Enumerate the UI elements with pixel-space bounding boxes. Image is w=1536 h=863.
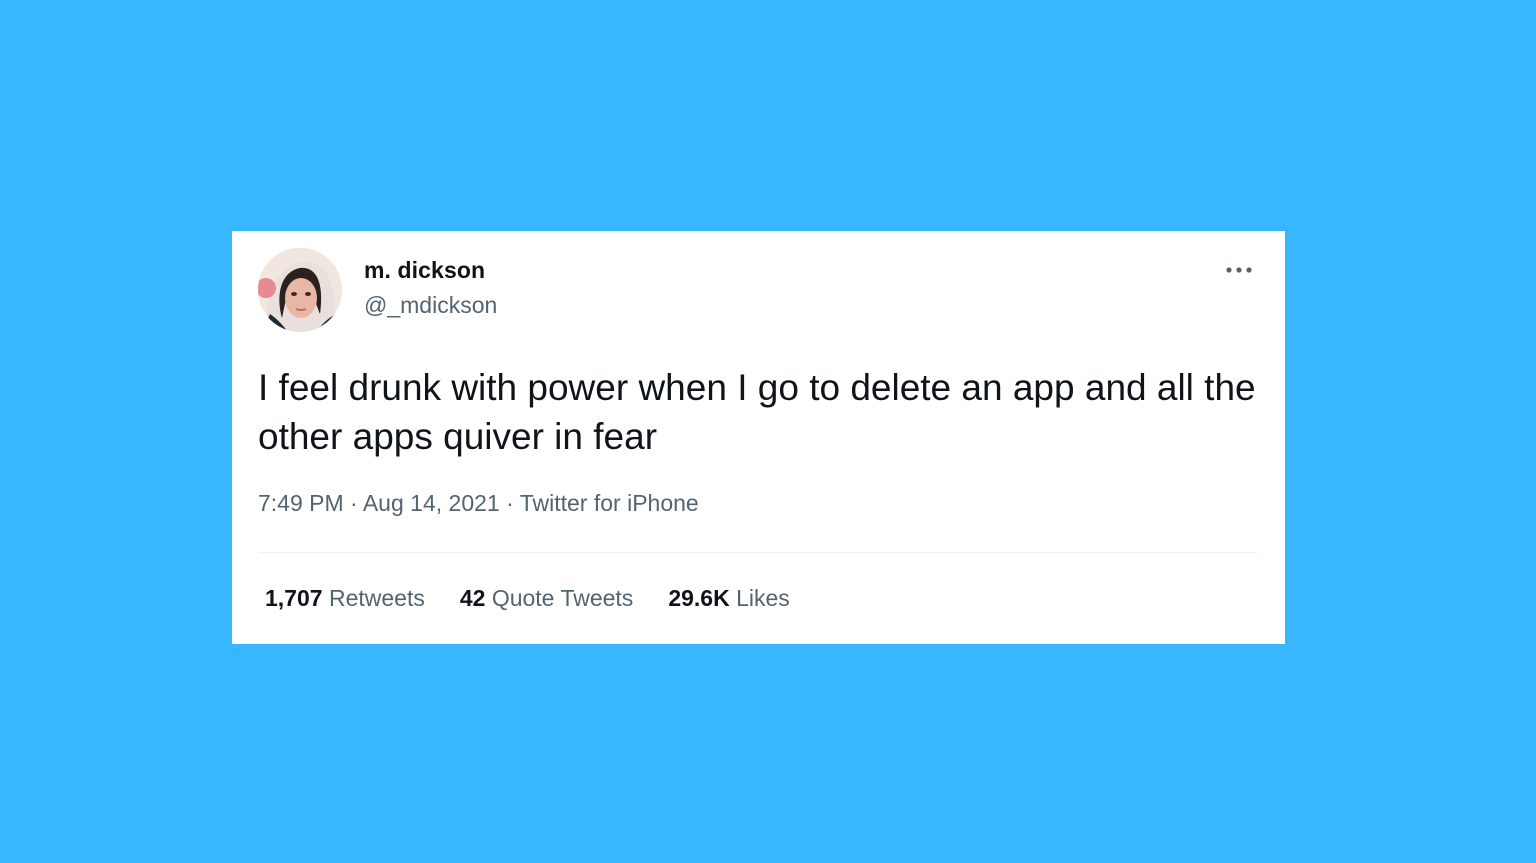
- quote-tweets-count: 42: [459, 585, 486, 611]
- author-handle[interactable]: @_mdickson: [364, 292, 497, 319]
- tweet-source[interactable]: Twitter for iPhone: [520, 490, 699, 516]
- likes-stat[interactable]: 29.6K Likes: [668, 585, 789, 612]
- likes-count: 29.6K: [668, 585, 730, 611]
- meta-separator: ·: [506, 490, 514, 516]
- likes-label: Likes: [736, 585, 790, 611]
- quote-tweets-stat[interactable]: 42 Quote Tweets: [460, 585, 633, 612]
- retweets-stat[interactable]: 1,707 Retweets: [265, 585, 425, 612]
- more-options-icon: [1226, 267, 1252, 273]
- more-options-button[interactable]: [1222, 253, 1256, 287]
- author-display-name[interactable]: m. dickson: [364, 257, 485, 284]
- retweets-label: Retweets: [328, 585, 425, 611]
- tweet-text: I feel drunk with power when I go to del…: [258, 367, 1256, 457]
- avatar-photo-icon: [258, 248, 342, 332]
- quote-tweets-label: Quote Tweets: [491, 585, 634, 611]
- tweet-date[interactable]: Aug 14, 2021: [363, 490, 500, 516]
- retweets-count: 1,707: [265, 585, 323, 611]
- tweet-stats: 1,707 Retweets 42 Quote Tweets 29.6K Lik…: [265, 585, 790, 612]
- tweet-meta: 7:49 PM · Aug 14, 2021 · Twitter for iPh…: [258, 490, 699, 517]
- avatar[interactable]: [258, 248, 342, 332]
- meta-separator: ·: [350, 490, 358, 516]
- tweet-card: m. dickson @_mdickson I feel drunk with …: [232, 231, 1285, 644]
- tweet-time[interactable]: 7:49 PM: [258, 490, 344, 516]
- divider: [258, 552, 1258, 553]
